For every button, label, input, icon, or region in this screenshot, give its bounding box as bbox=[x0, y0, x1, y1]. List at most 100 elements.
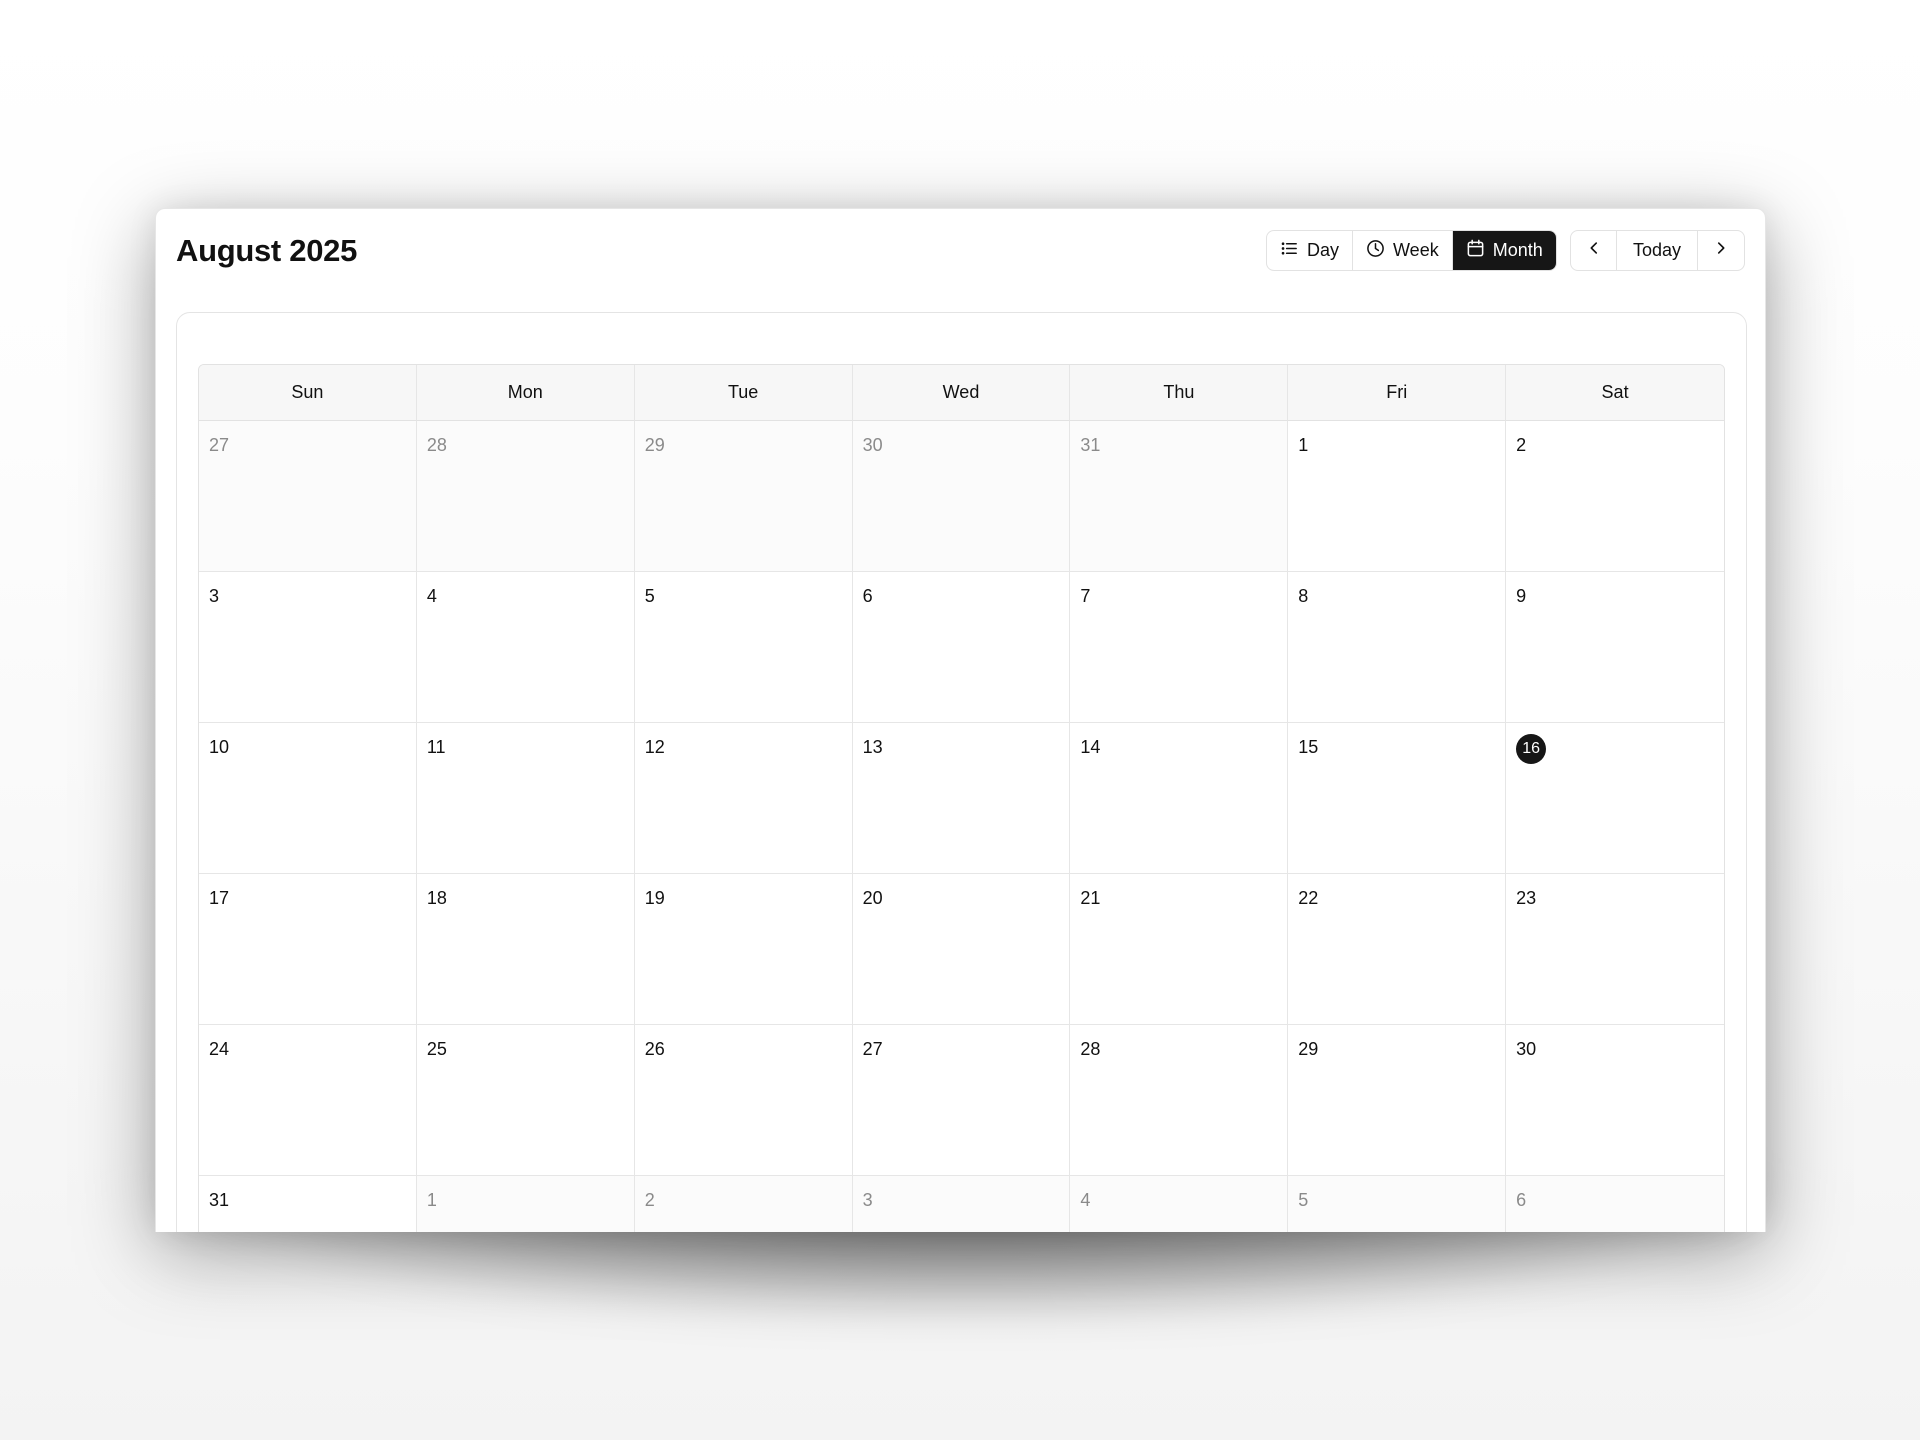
day-cell[interactable]: 3 bbox=[199, 572, 417, 723]
day-cell[interactable]: 20 bbox=[852, 874, 1071, 1025]
day-number: 6 bbox=[1516, 1190, 1527, 1210]
weekday-header-fri: Fri bbox=[1288, 365, 1507, 421]
day-cell[interactable]: 4 bbox=[416, 572, 635, 723]
day-cell[interactable]: 5 bbox=[634, 572, 853, 723]
day-number: 26 bbox=[644, 1039, 665, 1059]
day-cell[interactable]: 31 bbox=[199, 1176, 417, 1232]
day-number: 1 bbox=[426, 1190, 437, 1210]
list-icon bbox=[1280, 239, 1299, 263]
day-number: 8 bbox=[1298, 586, 1309, 606]
chevron-right-icon bbox=[1712, 239, 1730, 262]
day-cell[interactable]: 24 bbox=[199, 1025, 417, 1176]
day-cell[interactable]: 4 bbox=[1070, 1176, 1289, 1232]
view-switcher: Day Week Month bbox=[1266, 230, 1557, 271]
day-cell-today[interactable]: 16 bbox=[1506, 723, 1724, 874]
week-view-label: Week bbox=[1393, 240, 1439, 260]
day-cell[interactable]: 29 bbox=[1288, 1025, 1507, 1176]
weekday-header-sat: Sat bbox=[1506, 365, 1724, 421]
day-cell[interactable]: 13 bbox=[852, 723, 1071, 874]
week-view-button[interactable]: Week bbox=[1353, 231, 1453, 270]
day-number: 27 bbox=[862, 1039, 883, 1059]
day-number: 28 bbox=[1080, 1039, 1101, 1059]
today-button[interactable]: Today bbox=[1617, 231, 1698, 270]
previous-month-button[interactable] bbox=[1571, 231, 1617, 270]
day-number: 6 bbox=[862, 586, 873, 606]
day-cell[interactable]: 1 bbox=[1288, 421, 1507, 572]
day-number: 5 bbox=[644, 586, 655, 606]
day-cell[interactable]: 15 bbox=[1288, 723, 1507, 874]
weekday-header-thu: Thu bbox=[1070, 365, 1289, 421]
day-cell[interactable]: 29 bbox=[634, 421, 853, 572]
day-cell[interactable]: 6 bbox=[1506, 1176, 1724, 1232]
day-cell[interactable]: 28 bbox=[416, 421, 635, 572]
day-cell[interactable]: 27 bbox=[199, 421, 417, 572]
day-cell[interactable]: 26 bbox=[634, 1025, 853, 1176]
clock-icon bbox=[1366, 239, 1385, 263]
day-number: 5 bbox=[1298, 1190, 1309, 1210]
day-cell[interactable]: 28 bbox=[1070, 1025, 1289, 1176]
day-number: 2 bbox=[1516, 435, 1527, 455]
day-cell[interactable]: 2 bbox=[1506, 421, 1724, 572]
day-number: 15 bbox=[1298, 737, 1319, 757]
day-cell[interactable]: 31 bbox=[1070, 421, 1289, 572]
day-number: 18 bbox=[426, 888, 447, 908]
day-number: 21 bbox=[1080, 888, 1101, 908]
month-view-button[interactable]: Month bbox=[1452, 231, 1556, 270]
day-cell[interactable]: 30 bbox=[1506, 1025, 1724, 1176]
day-number: 20 bbox=[862, 888, 883, 908]
day-number: 7 bbox=[1080, 586, 1091, 606]
page-title: August 2025 bbox=[176, 233, 358, 268]
day-cell[interactable]: 8 bbox=[1288, 572, 1507, 723]
day-cell[interactable]: 2 bbox=[634, 1176, 853, 1232]
day-number: 9 bbox=[1516, 586, 1527, 606]
day-cell[interactable]: 27 bbox=[852, 1025, 1071, 1176]
day-number: 29 bbox=[1298, 1039, 1319, 1059]
day-number: 14 bbox=[1080, 737, 1101, 757]
day-cell[interactable]: 22 bbox=[1288, 874, 1507, 1025]
day-number: 12 bbox=[644, 737, 665, 757]
day-cell[interactable]: 19 bbox=[634, 874, 853, 1025]
day-number: 13 bbox=[862, 737, 883, 757]
day-cell[interactable]: 14 bbox=[1070, 723, 1289, 874]
day-number: 24 bbox=[209, 1039, 230, 1059]
day-cell[interactable]: 9 bbox=[1506, 572, 1724, 723]
next-month-button[interactable] bbox=[1698, 231, 1744, 270]
day-number: 3 bbox=[209, 586, 220, 606]
day-number: 29 bbox=[644, 435, 665, 455]
day-cell[interactable]: 25 bbox=[416, 1025, 635, 1176]
day-view-label: Day bbox=[1307, 240, 1340, 260]
day-cell[interactable]: 12 bbox=[634, 723, 853, 874]
calendar-icon bbox=[1466, 239, 1485, 263]
day-number: 17 bbox=[209, 888, 230, 908]
day-number: 3 bbox=[862, 1190, 873, 1210]
calendar-window: August 2025 Day Week Month Today Sun Mon… bbox=[155, 208, 1766, 1232]
day-number: 30 bbox=[1516, 1039, 1537, 1059]
day-number: 22 bbox=[1298, 888, 1319, 908]
day-number: 4 bbox=[1080, 1190, 1091, 1210]
chevron-left-icon bbox=[1585, 239, 1603, 262]
day-number: 19 bbox=[644, 888, 665, 908]
calendar-card: Sun Mon Tue Wed Thu Fri Sat 27 28 29 30 31 1 2… bbox=[176, 312, 1747, 1232]
day-number: 1 bbox=[1298, 435, 1309, 455]
day-cell[interactable]: 7 bbox=[1070, 572, 1289, 723]
day-cell[interactable]: 1 bbox=[416, 1176, 635, 1232]
day-cell[interactable]: 21 bbox=[1070, 874, 1289, 1025]
weekday-header-wed: Wed bbox=[852, 365, 1071, 421]
day-cell[interactable]: 10 bbox=[199, 723, 417, 874]
weekday-header-mon: Mon bbox=[416, 365, 635, 421]
day-view-button[interactable]: Day bbox=[1267, 231, 1354, 270]
day-number: 27 bbox=[209, 435, 230, 455]
day-cell[interactable]: 18 bbox=[416, 874, 635, 1025]
weekday-header-tue: Tue bbox=[634, 365, 853, 421]
date-navigation: Today bbox=[1570, 230, 1745, 271]
day-cell[interactable]: 11 bbox=[416, 723, 635, 874]
day-cell[interactable]: 17 bbox=[199, 874, 417, 1025]
day-cell[interactable]: 23 bbox=[1506, 874, 1724, 1025]
month-view-label: Month bbox=[1492, 240, 1543, 260]
day-cell[interactable]: 3 bbox=[852, 1176, 1071, 1232]
day-cell[interactable]: 6 bbox=[852, 572, 1071, 723]
day-cell[interactable]: 30 bbox=[852, 421, 1071, 572]
calendar-header: August 2025 Day Week Month Today bbox=[156, 209, 1765, 293]
day-cell[interactable]: 5 bbox=[1288, 1176, 1507, 1232]
day-number: 4 bbox=[426, 586, 437, 606]
